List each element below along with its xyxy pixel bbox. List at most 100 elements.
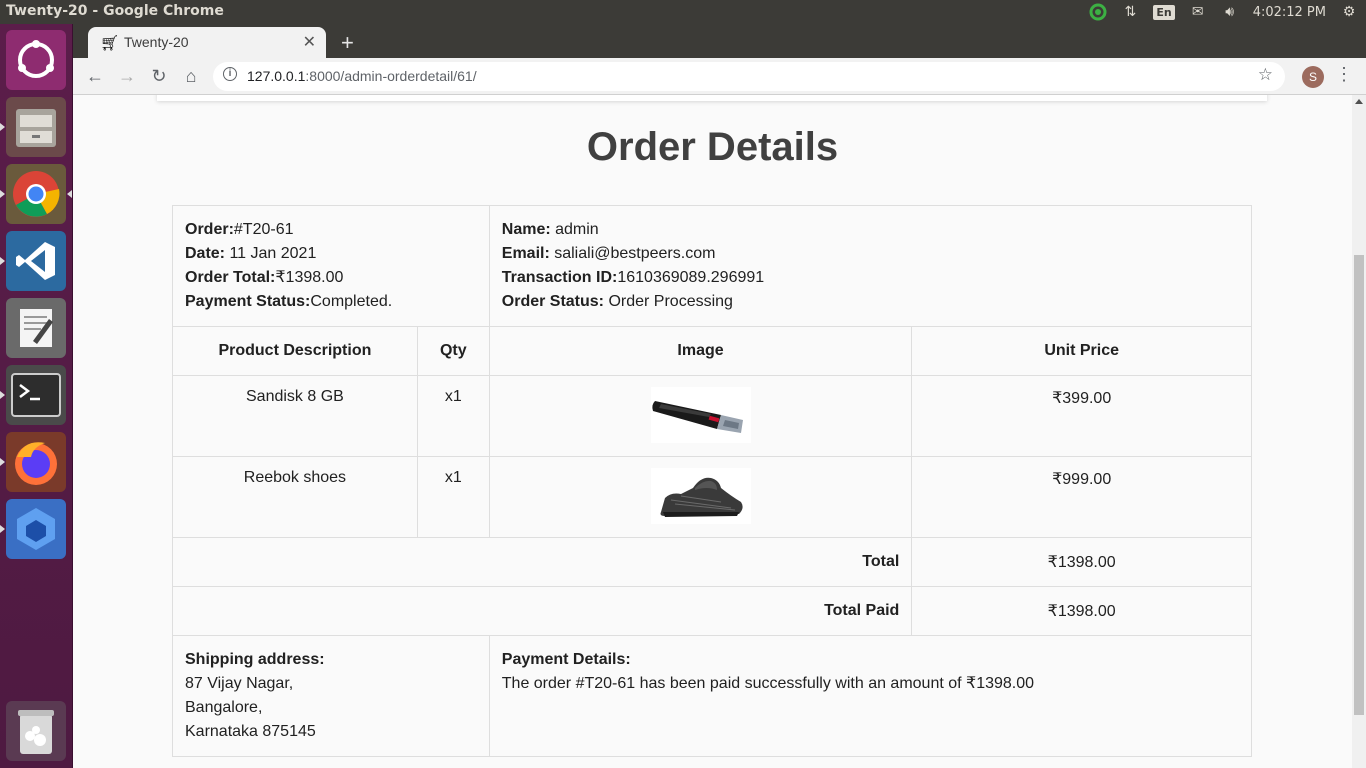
product-qty: x1 — [416, 456, 490, 538]
scroll-up-arrow-icon[interactable] — [1355, 99, 1363, 104]
running-indicator — [0, 190, 5, 198]
text-editor-icon[interactable] — [6, 298, 66, 358]
running-indicator — [0, 257, 5, 265]
terminal-icon[interactable] — [6, 365, 66, 425]
language-indicator[interactable]: En — [1153, 4, 1175, 20]
running-indicator — [0, 391, 5, 399]
email-label: Email: — [501, 245, 550, 262]
sync-icon[interactable] — [1089, 3, 1107, 21]
page-title: Order Details — [586, 125, 839, 169]
running-indicator — [0, 123, 5, 131]
ubuntu-dash-icon[interactable] — [6, 30, 66, 90]
order-total-value: ₹1398.00 — [275, 269, 344, 286]
column-header-qty: Qty — [416, 326, 490, 376]
system-top-bar: Twenty-20 - Google Chrome ⇅ En ✉ 🔊︎ 4:02… — [0, 0, 1366, 24]
column-header-product: Product Description — [172, 326, 418, 376]
files-icon[interactable] — [6, 97, 66, 157]
product-image-cell — [488, 456, 913, 538]
transaction-id: 1610369089.296991 — [617, 269, 765, 286]
total-paid-value: ₹1398.00 — [911, 586, 1252, 636]
close-tab-icon[interactable]: ✕ — [303, 32, 316, 52]
running-indicator — [0, 458, 5, 466]
order-date: 11 Jan 2021 — [225, 245, 317, 262]
active-indicator — [67, 190, 72, 198]
ubuntu-launcher — [0, 24, 73, 768]
shipping-line-1: 87 Vijay Nagar, — [185, 675, 294, 692]
network-icon[interactable]: ⇅ — [1121, 3, 1139, 21]
browser-toolbar: ← → ↻ ⌂ i 127.0.0.1:8000/admin-orderdeta… — [73, 58, 1366, 95]
mail-icon[interactable]: ✉ — [1189, 3, 1207, 21]
customer-info-cell: Name: admin Email: saliali@bestpeers.com… — [488, 205, 1253, 327]
info-icon[interactable]: i — [223, 67, 237, 81]
order-status-value: Order Processing — [604, 293, 733, 310]
address-bar[interactable]: i 127.0.0.1:8000/admin-orderdetail/61/ ☆ — [213, 62, 1285, 91]
payment-details-label: Payment Details: — [501, 651, 631, 668]
browser-menu-icon[interactable]: ⋮ — [1335, 64, 1353, 85]
trash-icon[interactable] — [6, 701, 66, 761]
reload-button[interactable]: ↻ — [147, 64, 171, 88]
firefox-icon[interactable] — [6, 432, 66, 492]
shipping-line-3: Karnataka 875145 — [185, 723, 316, 740]
new-tab-button[interactable]: + — [341, 30, 354, 56]
customer-name: admin — [550, 221, 599, 238]
column-header-unit-price: Unit Price — [911, 326, 1252, 376]
clock[interactable]: 4:02:12 PM — [1253, 5, 1326, 20]
order-details-table: Order:#T20-61 Date: 11 Jan 2021 Order To… — [171, 205, 1253, 757]
product-name: Sandisk 8 GB — [172, 375, 418, 457]
table-header-row: Product Description Qty Image Unit Price — [172, 326, 1252, 376]
product-image-cell — [488, 375, 913, 457]
shipping-address-label: Shipping address: — [185, 651, 325, 668]
total-value: ₹1398.00 — [911, 537, 1252, 587]
cart-icon: 🛒︎ — [100, 35, 120, 52]
url-text[interactable]: 127.0.0.1:8000/admin-orderdetail/61/ — [247, 68, 477, 84]
page-content: Order Details Order:#T20-61 Date: 11 Jan… — [73, 95, 1352, 768]
address-payment-row: Shipping address: 87 Vijay Nagar, Bangal… — [172, 635, 1253, 757]
product-unit-price: ₹399.00 — [911, 375, 1252, 457]
settings-gear-icon[interactable]: ⚙ — [1340, 3, 1358, 21]
page-scrollbar[interactable] — [1352, 95, 1366, 768]
navbar-card — [157, 95, 1267, 101]
total-label: Total — [171, 537, 913, 587]
bookmark-star-icon[interactable]: ☆ — [1258, 65, 1273, 85]
app-store-icon[interactable] — [6, 499, 66, 559]
forward-button[interactable]: → — [115, 64, 139, 88]
order-label: Order: — [185, 221, 234, 238]
product-name: Reebok shoes — [172, 456, 418, 538]
shoe-image — [650, 468, 751, 524]
order-status-label: Order Status: — [501, 293, 605, 310]
date-label: Date: — [185, 245, 226, 262]
order-total-label: Order Total: — [185, 269, 276, 286]
order-info-row: Order:#T20-61 Date: 11 Jan 2021 Order To… — [172, 205, 1253, 327]
payment-details-text: The order #T20-61 has been paid successf… — [501, 675, 1035, 692]
product-unit-price: ₹999.00 — [911, 456, 1252, 538]
total-row: Total ₹1398.00 — [171, 537, 1252, 587]
window-title: Twenty-20 - Google Chrome — [6, 3, 224, 19]
product-qty: x1 — [416, 375, 490, 457]
column-header-image: Image — [488, 326, 913, 376]
total-paid-label: Total Paid — [171, 586, 913, 636]
shipping-address-cell: Shipping address: 87 Vijay Nagar, Bangal… — [172, 635, 490, 757]
payment-status-label: Payment Status: — [185, 293, 311, 310]
chrome-icon[interactable] — [6, 164, 66, 224]
profile-avatar[interactable]: S — [1302, 66, 1324, 88]
browser-tab[interactable]: 🛒︎ Twenty-20 ✕ — [88, 27, 326, 58]
volume-icon[interactable]: 🔊︎ — [1221, 3, 1239, 21]
home-button[interactable]: ⌂ — [179, 64, 203, 88]
browser-tab-strip: 🛒︎ Twenty-20 ✕ + — [73, 24, 1366, 58]
customer-email: saliali@bestpeers.com — [549, 245, 716, 262]
system-tray: ⇅ En ✉ 🔊︎ 4:02:12 PM ⚙ — [1089, 0, 1358, 24]
vscode-icon[interactable] — [6, 231, 66, 291]
order-summary-cell: Order:#T20-61 Date: 11 Jan 2021 Order To… — [172, 205, 490, 327]
table-row: Reebok shoes x1 ₹999.00 — [172, 456, 1252, 538]
tab-title: Twenty-20 — [124, 34, 189, 50]
running-indicator — [0, 525, 5, 533]
table-row: Sandisk 8 GB x1 ₹399.00 — [172, 375, 1252, 457]
payment-details-cell: Payment Details: The order #T20-61 has b… — [488, 635, 1253, 757]
usb-drive-image — [650, 387, 751, 443]
payment-status-value: Completed. — [310, 293, 393, 310]
scrollbar-thumb[interactable] — [1354, 255, 1364, 715]
back-button[interactable]: ← — [83, 64, 107, 88]
name-label: Name: — [501, 221, 551, 238]
total-paid-row: Total Paid ₹1398.00 — [171, 586, 1252, 636]
transaction-label: Transaction ID: — [501, 269, 618, 286]
